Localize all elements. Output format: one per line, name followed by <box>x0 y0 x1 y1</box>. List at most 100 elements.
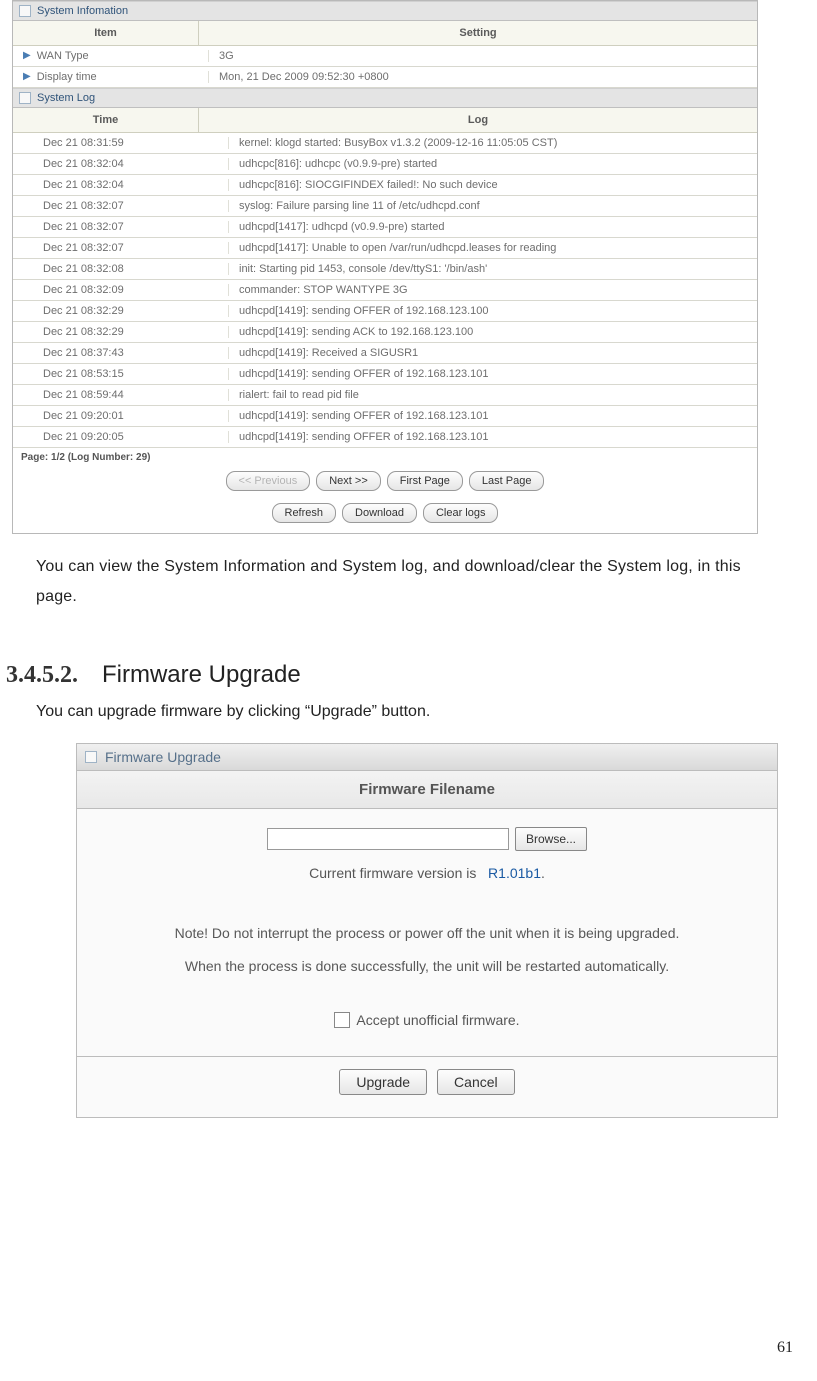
syslog-message: udhcpd[1419]: sending OFFER of 192.168.1… <box>229 305 757 317</box>
firmware-section-bar: Firmware Upgrade <box>77 744 777 771</box>
section-title: Firmware Upgrade <box>102 661 301 689</box>
last-page-button[interactable]: Last Page <box>469 471 545 491</box>
sysinfo-header-row: Item Setting <box>13 21 757 46</box>
current-version-value: R1.01b1 <box>488 865 541 881</box>
section-toggle-icon <box>85 751 97 763</box>
syslog-time: Dec 21 08:53:15 <box>13 368 229 380</box>
syslog-message: udhcpd[1419]: sending OFFER of 192.168.1… <box>229 368 757 380</box>
doc-paragraph-sysinfo: You can view the System Information and … <box>36 552 766 613</box>
syslog-time: Dec 21 08:32:04 <box>13 179 229 191</box>
syslog-row: Dec 21 08:32:04udhcpc[816]: SIOCGIFINDEX… <box>13 175 757 196</box>
sysinfo-row: ▶WAN Type3G <box>13 46 757 67</box>
firmware-section-title: Firmware Upgrade <box>105 749 221 765</box>
sysinfo-item: WAN Type <box>37 50 89 62</box>
syslog-time: Dec 21 08:32:07 <box>13 242 229 254</box>
syslog-time: Dec 21 08:32:29 <box>13 305 229 317</box>
accept-unofficial-row: Accept unofficial firmware. <box>95 1012 759 1028</box>
firmware-filename-header: Firmware Filename <box>77 771 777 809</box>
current-version-label: Current firmware version is <box>309 865 476 881</box>
syslog-message: udhcpd[1419]: sending ACK to 192.168.123… <box>229 326 757 338</box>
syslog-header-log: Log <box>199 108 757 132</box>
syslog-message: kernel: klogd started: BusyBox v1.3.2 (2… <box>229 137 757 149</box>
syslog-time: Dec 21 08:32:09 <box>13 284 229 296</box>
accept-unofficial-label: Accept unofficial firmware. <box>356 1012 519 1028</box>
syslog-message: udhcpd[1419]: Received a SIGUSR1 <box>229 347 757 359</box>
current-version-line: Current firmware version is R1.01b1. <box>95 865 759 881</box>
syslog-section-title: System Log <box>37 92 95 104</box>
syslog-row: Dec 21 08:32:29udhcpd[1419]: sending OFF… <box>13 301 757 322</box>
syslog-row: Dec 21 08:37:43udhcpd[1419]: Received a … <box>13 343 757 364</box>
sysinfo-section-title: System Infomation <box>37 5 128 17</box>
refresh-button[interactable]: Refresh <box>272 503 337 523</box>
syslog-row: Dec 21 08:53:15udhcpd[1419]: sending OFF… <box>13 364 757 385</box>
syslog-message: udhcpd[1419]: sending OFFER of 192.168.1… <box>229 410 757 422</box>
syslog-message: udhcpc[816]: udhcpc (v0.9.9-pre) started <box>229 158 757 170</box>
syslog-row: Dec 21 08:32:07udhcpd[1417]: udhcpd (v0.… <box>13 217 757 238</box>
accept-unofficial-checkbox[interactable] <box>334 1012 350 1028</box>
syslog-row: Dec 21 09:20:01udhcpd[1419]: sending OFF… <box>13 406 757 427</box>
syslog-row: Dec 21 08:32:07udhcpd[1417]: Unable to o… <box>13 238 757 259</box>
syslog-time: Dec 21 08:37:43 <box>13 347 229 359</box>
syslog-header-row: Time Log <box>13 108 757 133</box>
syslog-header-time: Time <box>13 108 199 132</box>
syslog-time: Dec 21 08:32:07 <box>13 200 229 212</box>
syslog-message: udhcpd[1419]: sending OFFER of 192.168.1… <box>229 431 757 443</box>
section-heading: 3.4.5.2. Firmware Upgrade <box>6 661 811 689</box>
syslog-row: Dec 21 08:31:59kernel: klogd started: Bu… <box>13 133 757 154</box>
page-number: 61 <box>777 1339 793 1357</box>
current-version-suffix: . <box>541 865 545 881</box>
sysinfo-value: 3G <box>209 50 757 62</box>
sysinfo-header-item: Item <box>13 21 199 45</box>
firmware-button-bar: Upgrade Cancel <box>77 1057 777 1117</box>
syslog-message: commander: STOP WANTYPE 3G <box>229 284 757 296</box>
syslog-message: udhcpd[1417]: udhcpd (v0.9.9-pre) starte… <box>229 221 757 233</box>
syslog-section-bar: System Log <box>13 88 757 108</box>
syslog-row: Dec 21 08:32:08init: Starting pid 1453, … <box>13 259 757 280</box>
syslog-time: Dec 21 08:59:44 <box>13 389 229 401</box>
syslog-row: Dec 21 09:20:05udhcpd[1419]: sending OFF… <box>13 427 757 448</box>
sysinfo-item: Display time <box>37 71 97 83</box>
section-number: 3.4.5.2. <box>6 662 78 689</box>
firmware-note-2: When the process is done successfully, t… <box>95 950 759 984</box>
syslog-message: init: Starting pid 1453, console /dev/tt… <box>229 263 757 275</box>
firmware-file-input[interactable] <box>267 828 509 850</box>
syslog-page-info: Page: 1/2 (Log Number: 29) <box>13 448 757 467</box>
syslog-time: Dec 21 08:31:59 <box>13 137 229 149</box>
sysinfo-log-panel: System Infomation Item Setting ▶WAN Type… <box>12 0 758 534</box>
syslog-time: Dec 21 08:32:04 <box>13 158 229 170</box>
syslog-message: rialert: fail to read pid file <box>229 389 757 401</box>
first-page-button[interactable]: First Page <box>387 471 463 491</box>
sysinfo-section-bar: System Infomation <box>13 1 757 21</box>
next-page-button[interactable]: Next >> <box>316 471 381 491</box>
clear-logs-button[interactable]: Clear logs <box>423 503 499 523</box>
upgrade-button[interactable]: Upgrade <box>339 1069 427 1095</box>
download-button[interactable]: Download <box>342 503 417 523</box>
sysinfo-row: ▶Display timeMon, 21 Dec 2009 09:52:30 +… <box>13 67 757 88</box>
syslog-message: syslog: Failure parsing line 11 of /etc/… <box>229 200 757 212</box>
sysinfo-value: Mon, 21 Dec 2009 09:52:30 +0800 <box>209 71 757 83</box>
firmware-file-row: Browse... <box>95 827 759 851</box>
sysinfo-rows: ▶WAN Type3G▶Display timeMon, 21 Dec 2009… <box>13 46 757 88</box>
firmware-note-1: Note! Do not interrupt the process or po… <box>95 917 759 951</box>
firmware-body: Browse... Current firmware version is R1… <box>77 809 777 1057</box>
syslog-row: Dec 21 08:59:44rialert: fail to read pid… <box>13 385 757 406</box>
browse-button[interactable]: Browse... <box>515 827 587 851</box>
sysinfo-header-setting: Setting <box>199 21 757 45</box>
syslog-time: Dec 21 09:20:05 <box>13 431 229 443</box>
syslog-time: Dec 21 08:32:07 <box>13 221 229 233</box>
syslog-time: Dec 21 08:32:08 <box>13 263 229 275</box>
syslog-rows: Dec 21 08:31:59kernel: klogd started: Bu… <box>13 133 757 448</box>
syslog-button-bar: << Previous Next >> First Page Last Page… <box>13 467 757 533</box>
section-toggle-icon <box>19 92 31 104</box>
syslog-row: Dec 21 08:32:04udhcpc[816]: udhcpc (v0.9… <box>13 154 757 175</box>
syslog-row: Dec 21 08:32:29udhcpd[1419]: sending ACK… <box>13 322 757 343</box>
prev-page-button: << Previous <box>226 471 311 491</box>
syslog-row: Dec 21 08:32:09commander: STOP WANTYPE 3… <box>13 280 757 301</box>
syslog-message: udhcpc[816]: SIOCGIFINDEX failed!: No su… <box>229 179 757 191</box>
section-toggle-icon <box>19 5 31 17</box>
doc-paragraph-upgrade: You can upgrade firmware by clicking “Up… <box>36 703 811 721</box>
firmware-notes: Note! Do not interrupt the process or po… <box>95 917 759 984</box>
syslog-message: udhcpd[1417]: Unable to open /var/run/ud… <box>229 242 757 254</box>
syslog-time: Dec 21 09:20:01 <box>13 410 229 422</box>
cancel-button[interactable]: Cancel <box>437 1069 515 1095</box>
